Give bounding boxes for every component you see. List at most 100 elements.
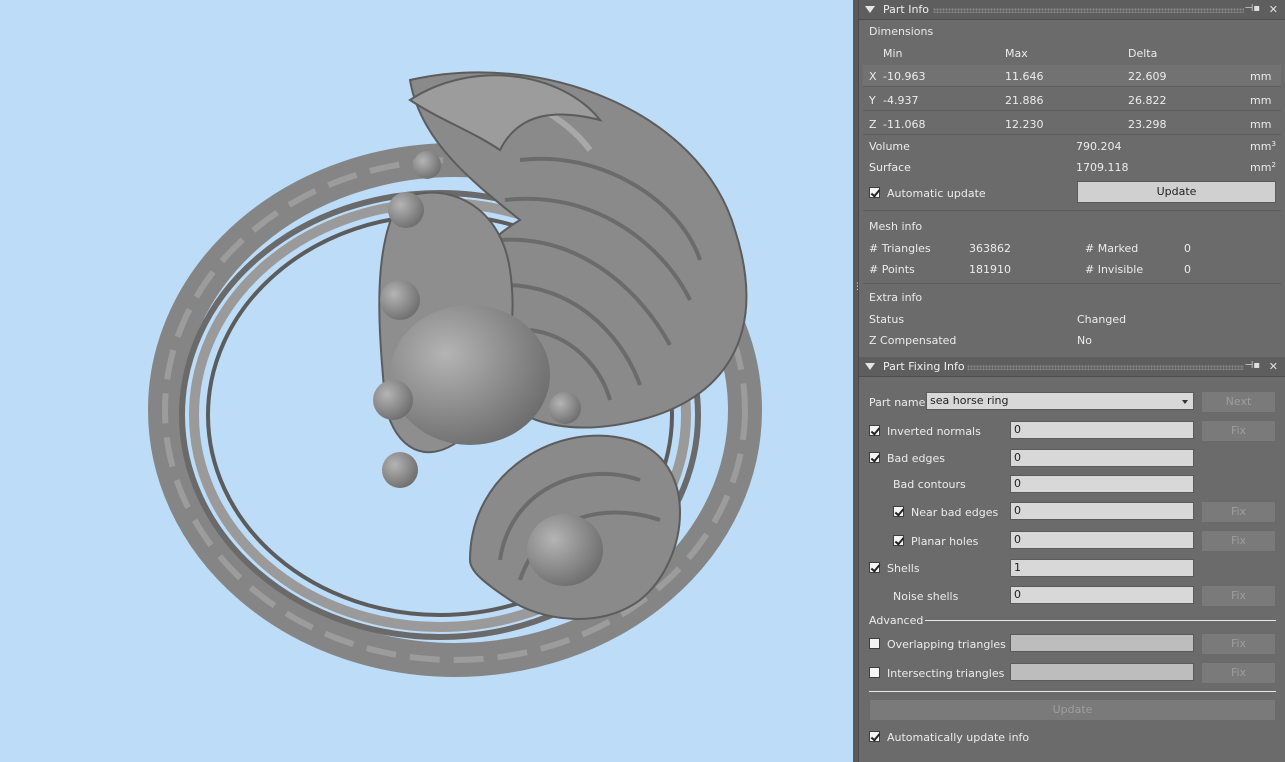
part-name-value: sea horse ring xyxy=(930,394,1009,407)
fix-inverted-normals-button[interactable]: Fix xyxy=(1201,420,1276,442)
dimension-row-x: X -10.963 11.646 22.609 mm xyxy=(863,65,1281,87)
volume-label: Volume xyxy=(869,140,910,153)
bad-contours-label: Bad contours xyxy=(893,478,966,491)
fix-overlapping-triangles-button[interactable]: Fix xyxy=(1201,633,1276,655)
volume-unit-sup: 3 xyxy=(1271,140,1276,148)
volume-unit: mm3 xyxy=(1250,140,1276,153)
surface-value: 1709.118 xyxy=(1076,161,1129,174)
fix-near-bad-edges-button[interactable]: Fix xyxy=(1201,501,1276,523)
sea-horse-ring-model[interactable] xyxy=(0,0,853,762)
part-info-header[interactable]: Part Info ⊣▪ ✕ xyxy=(859,0,1285,20)
intersecting-triangles-label: Intersecting triangles xyxy=(887,667,1005,680)
automatically-update-info-label: Automatically update info xyxy=(887,731,1030,744)
delta-header: Delta xyxy=(1128,47,1158,60)
unit-label: mm xyxy=(1250,70,1272,83)
inverted-normals-checkbox[interactable] xyxy=(869,425,880,436)
status-label: Status xyxy=(869,313,905,326)
points-value: 181910 xyxy=(969,263,1011,276)
collapse-triangle-icon[interactable] xyxy=(865,6,875,13)
volume-value: 790.204 xyxy=(1076,140,1122,153)
unit-label: mm xyxy=(1250,118,1272,131)
part-fixing-info-title: Part Fixing Info xyxy=(883,360,965,373)
surface-unit-sup: 2 xyxy=(1271,161,1276,169)
status-value: Changed xyxy=(1077,313,1127,326)
triangles-value: 363862 xyxy=(969,242,1011,255)
shells-checkbox[interactable] xyxy=(869,562,880,573)
bad-contours-field: 0 xyxy=(1010,475,1194,493)
delta-value: 23.298 xyxy=(1128,118,1167,131)
max-value: 21.886 xyxy=(1005,94,1044,107)
overlapping-triangles-label: Overlapping triangles xyxy=(887,638,1006,651)
invisible-label: # Invisible xyxy=(1085,263,1144,276)
dimensions-group-title: Dimensions xyxy=(869,25,934,38)
overlapping-triangles-field xyxy=(1010,634,1194,652)
axis-label: X xyxy=(869,70,877,83)
noise-shells-field: 0 xyxy=(1010,586,1194,604)
min-value: -11.068 xyxy=(883,118,926,131)
bad-edges-field: 0 xyxy=(1010,449,1194,467)
properties-panel: Part Info ⊣▪ ✕ Dimensions Min Max Delta … xyxy=(858,0,1285,762)
fix-planar-holes-button[interactable]: Fix xyxy=(1201,530,1276,552)
part-name-select[interactable]: sea horse ring xyxy=(926,392,1194,410)
mesh-info-group-title: Mesh info xyxy=(869,220,923,233)
fix-intersecting-triangles-button[interactable]: Fix xyxy=(1201,662,1276,684)
min-value: -10.963 xyxy=(883,70,926,83)
chevron-down-icon xyxy=(1182,400,1188,404)
axis-label: Z xyxy=(869,118,877,131)
close-icon[interactable]: ✕ xyxy=(1269,360,1278,373)
near-bad-edges-field: 0 xyxy=(1010,502,1194,520)
intersecting-triangles-checkbox[interactable] xyxy=(869,667,880,678)
noise-shells-label: Noise shells xyxy=(893,590,959,603)
update-dimensions-button[interactable]: Update xyxy=(1077,181,1276,203)
planar-holes-label: Planar holes xyxy=(911,535,979,548)
max-value: 11.646 xyxy=(1005,70,1044,83)
unit-label: mm xyxy=(1250,94,1272,107)
advanced-divider xyxy=(925,620,1276,621)
volume-unit-text: mm xyxy=(1250,140,1272,153)
triangles-label: # Triangles xyxy=(869,242,931,255)
z-compensated-label: Z Compensated xyxy=(869,334,957,347)
shells-label: Shells xyxy=(887,562,920,575)
close-icon[interactable]: ✕ xyxy=(1269,3,1278,16)
part-name-label: Part name xyxy=(869,396,926,409)
automatic-update-checkbox[interactable] xyxy=(869,187,880,198)
automatic-update-label: Automatic update xyxy=(887,187,986,200)
delta-value: 22.609 xyxy=(1128,70,1167,83)
delta-value: 26.822 xyxy=(1128,94,1167,107)
min-value: -4.937 xyxy=(883,94,919,107)
near-bad-edges-label: Near bad edges xyxy=(911,506,999,519)
collapse-triangle-icon[interactable] xyxy=(865,363,875,370)
marked-label: # Marked xyxy=(1085,242,1139,255)
dimension-row-z: Z -11.068 12.230 23.298 mm xyxy=(863,113,1281,135)
overlapping-triangles-checkbox[interactable] xyxy=(869,638,880,649)
bad-edges-label: Bad edges xyxy=(887,452,945,465)
automatically-update-info-checkbox[interactable] xyxy=(869,731,880,742)
next-button[interactable]: Next xyxy=(1201,391,1276,413)
part-fixing-info-header[interactable]: Part Fixing Info ⊣▪ ✕ xyxy=(859,357,1285,377)
pin-icon[interactable]: ⊣▪ xyxy=(1245,3,1261,14)
drag-grip-icon[interactable] xyxy=(933,8,1244,13)
surface-label: Surface xyxy=(869,161,911,174)
planar-holes-field: 0 xyxy=(1010,531,1194,549)
min-header: Min xyxy=(883,47,903,60)
surface-unit: mm2 xyxy=(1250,161,1276,174)
max-header: Max xyxy=(1005,47,1028,60)
drag-grip-icon[interactable] xyxy=(967,365,1244,370)
points-label: # Points xyxy=(869,263,915,276)
invisible-value: 0 xyxy=(1184,263,1191,276)
planar-holes-checkbox[interactable] xyxy=(893,535,904,546)
part-info-title: Part Info xyxy=(883,3,930,16)
3d-viewport[interactable] xyxy=(0,0,853,762)
surface-unit-text: mm xyxy=(1250,161,1272,174)
update-fixing-info-button[interactable]: Update xyxy=(869,699,1276,721)
marked-value: 0 xyxy=(1184,242,1191,255)
bad-edges-checkbox[interactable] xyxy=(869,452,880,463)
extra-info-group-title: Extra info xyxy=(869,291,923,304)
fix-noise-shells-button[interactable]: Fix xyxy=(1201,585,1276,607)
pin-icon[interactable]: ⊣▪ xyxy=(1245,360,1261,371)
update-divider xyxy=(869,691,1276,692)
dimension-row-y: Y -4.937 21.886 26.822 mm xyxy=(863,89,1281,111)
inverted-normals-label: Inverted normals xyxy=(887,425,981,438)
near-bad-edges-checkbox[interactable] xyxy=(893,506,904,517)
shells-field: 1 xyxy=(1010,559,1194,577)
